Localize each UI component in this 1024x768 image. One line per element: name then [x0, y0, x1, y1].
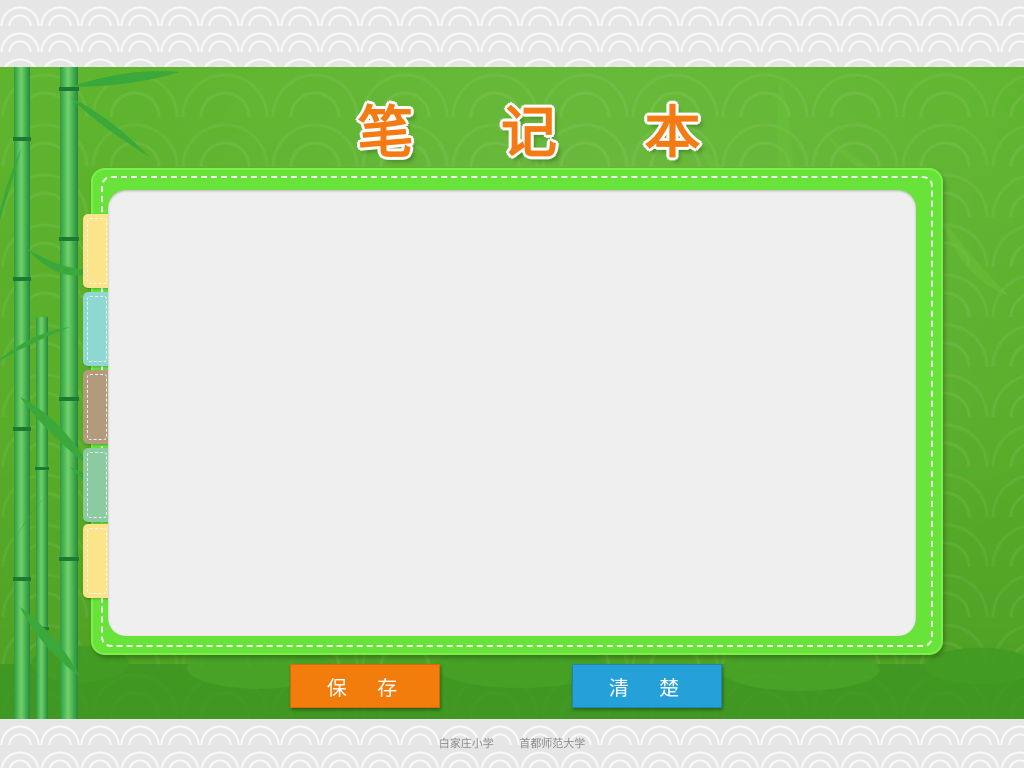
- note-textarea[interactable]: [108, 190, 916, 636]
- top-cloud-band: [0, 0, 1024, 67]
- footer-university: 首都师范大学: [519, 737, 586, 750]
- footer-credits: 白家庄小学 首都师范大学: [0, 735, 1024, 751]
- clear-button[interactable]: 清 楚: [572, 664, 722, 708]
- save-button[interactable]: 保 存: [290, 664, 440, 708]
- footer-school: 白家庄小学: [438, 737, 494, 750]
- page-title: 笔 记 本: [357, 101, 735, 166]
